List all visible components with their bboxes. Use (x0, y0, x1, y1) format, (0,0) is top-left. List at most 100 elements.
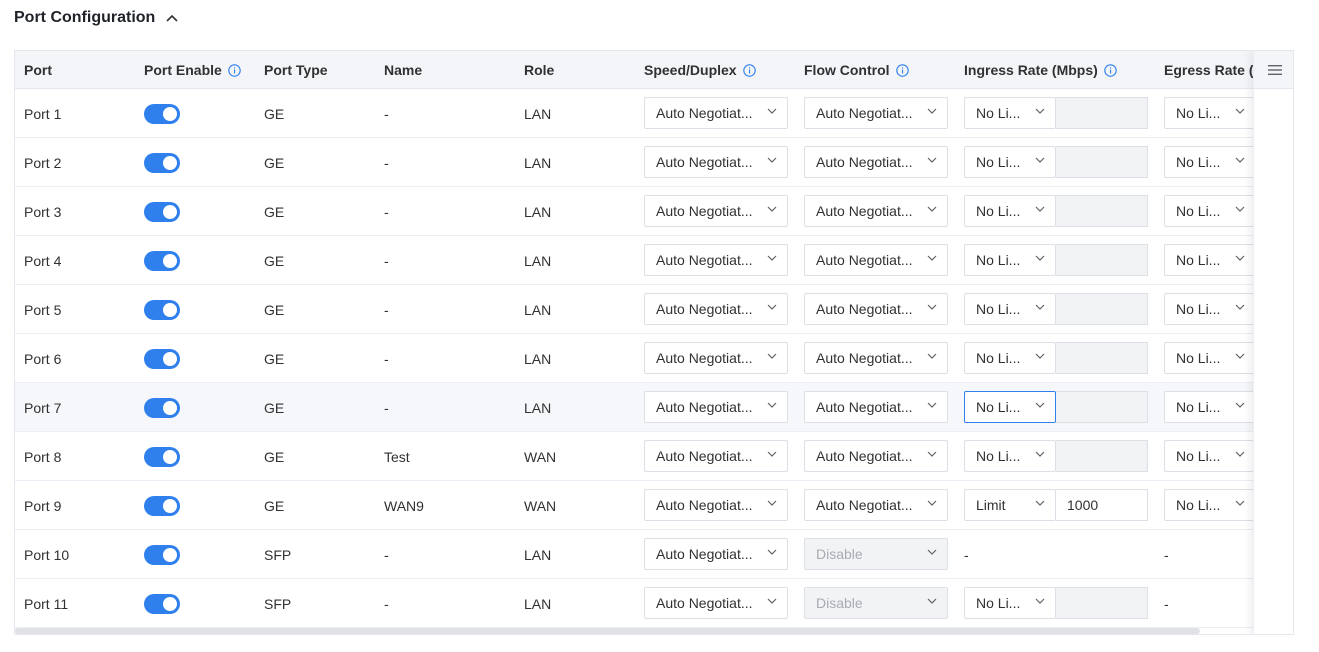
speed-duplex-select[interactable]: Auto Negotiat... (644, 391, 788, 423)
cell-port: Port 6 (24, 350, 62, 367)
flow-control-value: Auto Negotiat... (816, 350, 913, 366)
speed-duplex-value: Auto Negotiat... (656, 497, 753, 513)
table-row: Port 8 GE Test WAN Auto Negotiat... Auto Nego… (15, 432, 1293, 481)
chevron-down-icon (1235, 500, 1245, 510)
egress-rate-value: No Li... (1176, 301, 1221, 317)
port-enable-toggle[interactable] (144, 495, 180, 516)
cell-port-type: SFP (264, 595, 292, 612)
egress-rate-select[interactable]: No Li... (1164, 489, 1256, 521)
cell-egress-rate: - (1164, 546, 1169, 563)
port-enable-toggle[interactable] (144, 544, 180, 565)
speed-duplex-select[interactable]: Auto Negotiat... (644, 146, 788, 178)
flow-control-value: Auto Negotiat... (816, 154, 913, 170)
speed-duplex-select[interactable]: Auto Negotiat... (644, 97, 788, 129)
flow-control-select[interactable]: Auto Negotiat... (804, 244, 948, 276)
col-ingress-rate-label: Ingress Rate (Mbps) (964, 62, 1098, 78)
ingress-rate-select[interactable]: No Li... (964, 391, 1056, 423)
chevron-down-icon (927, 157, 937, 167)
egress-rate-select[interactable]: No Li... (1164, 391, 1256, 423)
egress-rate-select[interactable]: No Li... (1164, 195, 1256, 227)
flow-control-select[interactable]: Auto Negotiat... (804, 195, 948, 227)
ingress-rate-input (1056, 97, 1148, 129)
chevron-down-icon (1035, 108, 1045, 118)
flow-control-value: Disable (816, 546, 863, 562)
egress-rate-select[interactable]: No Li... (1164, 293, 1256, 325)
port-enable-toggle[interactable] (144, 201, 180, 222)
info-icon[interactable] (228, 63, 241, 77)
cell-role: LAN (524, 595, 552, 612)
egress-rate-select[interactable]: No Li... (1164, 244, 1256, 276)
ingress-rate-input[interactable]: 1000 (1056, 489, 1148, 521)
cell-name: - (384, 105, 389, 122)
speed-duplex-select[interactable]: Auto Negotiat... (644, 195, 788, 227)
port-enable-toggle[interactable] (144, 397, 180, 418)
col-speed-duplex: Speed/Duplex (644, 51, 756, 89)
flow-control-select[interactable]: Auto Negotiat... (804, 391, 948, 423)
ingress-rate-select[interactable]: No Li... (964, 293, 1056, 325)
info-icon[interactable] (742, 63, 756, 77)
egress-rate-select[interactable]: No Li... (1164, 342, 1256, 374)
chevron-down-icon (927, 549, 937, 559)
speed-duplex-select[interactable]: Auto Negotiat... (644, 440, 788, 472)
port-enable-toggle[interactable] (144, 593, 180, 614)
speed-duplex-select[interactable]: Auto Negotiat... (644, 587, 788, 619)
ingress-rate-select[interactable]: No Li... (964, 440, 1056, 472)
info-icon[interactable] (1104, 63, 1117, 77)
info-icon[interactable] (895, 63, 909, 77)
chevron-down-icon (1235, 353, 1245, 363)
cell-role: LAN (524, 154, 552, 171)
port-enable-toggle[interactable] (144, 103, 180, 124)
chevron-down-icon (767, 206, 777, 216)
cell-port-enable (144, 89, 180, 138)
flow-control-select[interactable]: Auto Negotiat... (804, 97, 948, 129)
speed-duplex-select[interactable]: Auto Negotiat... (644, 342, 788, 374)
speed-duplex-select[interactable]: Auto Negotiat... (644, 538, 788, 570)
speed-duplex-select[interactable]: Auto Negotiat... (644, 489, 788, 521)
speed-duplex-select[interactable]: Auto Negotiat... (644, 244, 788, 276)
port-enable-toggle[interactable] (144, 348, 180, 369)
flow-control-select[interactable]: Auto Negotiat... (804, 342, 948, 374)
hamburger-menu-icon[interactable] (1254, 51, 1293, 89)
section-header: Port Configuration (14, 8, 179, 28)
flow-control-select[interactable]: Auto Negotiat... (804, 489, 948, 521)
ingress-rate-select[interactable]: No Li... (964, 195, 1056, 227)
port-enable-toggle[interactable] (144, 250, 180, 271)
ingress-rate-select[interactable]: No Li... (964, 342, 1056, 374)
flow-control-value: Disable (816, 595, 863, 611)
cell-port-type: GE (264, 203, 285, 220)
col-port: Port (24, 51, 52, 89)
cell-name: Test (384, 448, 410, 465)
port-enable-toggle[interactable] (144, 152, 180, 173)
col-role: Role (524, 51, 554, 89)
speed-duplex-select[interactable]: Auto Negotiat... (644, 293, 788, 325)
flow-control-value: Auto Negotiat... (816, 105, 913, 121)
ingress-rate-select[interactable]: No Li... (964, 587, 1056, 619)
egress-rate-select[interactable]: No Li... (1164, 440, 1256, 472)
chevron-down-icon (767, 157, 777, 167)
ingress-rate-select[interactable]: No Li... (964, 97, 1056, 129)
flow-control-select[interactable]: Auto Negotiat... (804, 146, 948, 178)
egress-rate-select[interactable]: No Li... (1164, 97, 1256, 129)
flow-control-select[interactable]: Auto Negotiat... (804, 293, 948, 325)
port-enable-toggle[interactable] (144, 446, 180, 467)
cell-port-type: GE (264, 399, 285, 416)
chevron-up-icon[interactable] (165, 11, 179, 25)
col-role-label: Role (524, 62, 555, 78)
col-name: Name (384, 51, 422, 89)
egress-rate-select[interactable]: No Li... (1164, 146, 1256, 178)
speed-duplex-value: Auto Negotiat... (656, 595, 753, 611)
chevron-down-icon (1035, 157, 1045, 167)
col-egress-rate-label: Egress Rate ( (1164, 62, 1254, 78)
ingress-rate-select[interactable]: No Li... (964, 244, 1056, 276)
port-enable-toggle[interactable] (144, 299, 180, 320)
flow-control-select[interactable]: Auto Negotiat... (804, 440, 948, 472)
cell-egress-rate: - (1164, 595, 1169, 612)
ingress-rate-select[interactable]: No Li... (964, 146, 1056, 178)
cell-port-enable (144, 481, 180, 530)
horizontal-scrollbar[interactable] (15, 628, 1200, 634)
cell-port-type: SFP (264, 546, 292, 563)
ingress-rate-input (1056, 342, 1148, 374)
table-row: Port 2 GE - LAN Auto Negotiat... Auto Negotia… (15, 138, 1293, 187)
ingress-rate-select[interactable]: Limit (964, 489, 1056, 521)
table-row: Port 11 SFP - LAN Auto Negotiat... Disable No … (15, 579, 1293, 628)
